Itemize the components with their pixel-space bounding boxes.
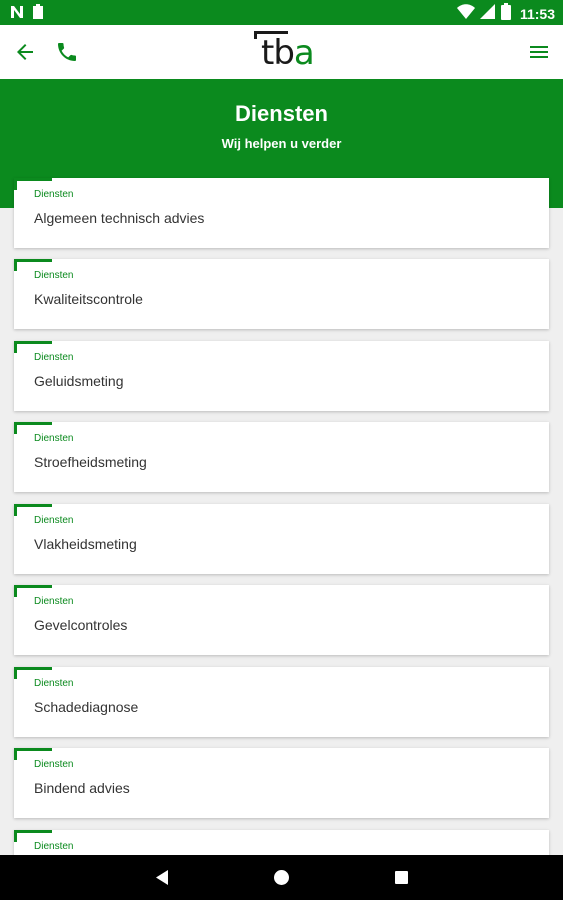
logo-bar-vertical bbox=[254, 31, 257, 39]
card-category: Diensten bbox=[34, 270, 74, 281]
clipboard-icon bbox=[32, 4, 44, 24]
status-right: 11:53 bbox=[456, 3, 555, 25]
service-card[interactable]: Diensten Geluidsmeting bbox=[14, 341, 549, 411]
nav-home-icon bbox=[274, 870, 289, 885]
card-category: Diensten bbox=[34, 596, 74, 607]
logo-text-dark: tb bbox=[261, 33, 295, 73]
card-corner-accent bbox=[14, 422, 17, 434]
card-corner-accent bbox=[14, 504, 52, 507]
card-category: Diensten bbox=[34, 352, 74, 363]
app-bar: tba bbox=[0, 25, 563, 79]
hamburger-menu-icon bbox=[530, 46, 548, 58]
status-left bbox=[10, 4, 44, 24]
card-title: Bindend advies bbox=[34, 780, 130, 796]
card-category: Diensten bbox=[34, 759, 74, 770]
card-corner-accent bbox=[14, 585, 52, 588]
service-card[interactable]: Diensten Gevelcontroles bbox=[14, 585, 549, 655]
signal-icon bbox=[479, 3, 496, 25]
nav-recents-icon bbox=[395, 871, 408, 884]
tba-logo[interactable]: tba bbox=[252, 28, 318, 74]
card-title: Algemeen technisch advies bbox=[34, 210, 205, 226]
nav-back-icon bbox=[156, 870, 168, 885]
card-category: Diensten bbox=[34, 189, 74, 200]
card-title: Stroefheidsmeting bbox=[34, 454, 147, 470]
nav-recents-button[interactable] bbox=[394, 870, 409, 885]
card-category: Diensten bbox=[34, 678, 74, 689]
page-subtitle: Wij helpen u verder bbox=[221, 136, 342, 151]
card-corner-accent bbox=[14, 259, 17, 271]
card-title: Geluidsmeting bbox=[34, 373, 124, 389]
card-corner-accent bbox=[14, 341, 52, 344]
card-corner-accent bbox=[14, 341, 17, 353]
card-corner-accent bbox=[14, 667, 17, 679]
card-corner-accent bbox=[14, 748, 17, 760]
card-category: Diensten bbox=[34, 433, 74, 444]
card-corner-accent bbox=[14, 178, 52, 181]
card-corner-accent bbox=[14, 830, 52, 833]
status-bar: 11:53 bbox=[0, 0, 563, 25]
logo-text-accent: a bbox=[293, 33, 315, 73]
back-button[interactable] bbox=[13, 40, 37, 64]
service-card[interactable]: Diensten Vlakheidsmeting bbox=[14, 504, 549, 574]
arrow-left-icon bbox=[17, 44, 33, 60]
battery-icon bbox=[500, 3, 511, 25]
menu-button[interactable] bbox=[527, 40, 551, 64]
screen: 11:53 tba Diensten Wij helpen u verder D… bbox=[0, 0, 563, 900]
page-title: Diensten bbox=[235, 101, 328, 126]
system-nav-bar bbox=[0, 855, 563, 900]
service-card[interactable]: Diensten Algemeen technisch advies bbox=[14, 178, 549, 248]
service-card[interactable]: Diensten Kwaliteitscontrole bbox=[14, 259, 549, 329]
card-corner-accent bbox=[14, 830, 17, 842]
service-card[interactable]: Diensten Stroefheidsmeting bbox=[14, 422, 549, 492]
card-title: Vlakheidsmeting bbox=[34, 536, 137, 552]
card-corner-accent bbox=[14, 585, 17, 597]
wifi-icon bbox=[456, 3, 475, 25]
card-title: Gevelcontroles bbox=[34, 617, 128, 633]
card-corner-accent bbox=[14, 422, 52, 425]
service-card[interactable]: Diensten Bindend advies bbox=[14, 748, 549, 818]
card-corner-accent bbox=[14, 667, 52, 670]
card-title: Kwaliteitscontrole bbox=[34, 291, 143, 307]
status-time: 11:53 bbox=[519, 6, 555, 22]
card-category: Diensten bbox=[34, 515, 74, 526]
card-corner-accent bbox=[14, 504, 17, 516]
logo-text: tba bbox=[261, 33, 315, 73]
card-corner-accent bbox=[14, 748, 52, 751]
service-card[interactable]: Diensten Schadediagnose bbox=[14, 667, 549, 737]
nav-home-button[interactable] bbox=[273, 869, 290, 886]
nav-back-button[interactable] bbox=[154, 869, 170, 886]
phone-icon bbox=[58, 43, 76, 61]
card-title: Schadediagnose bbox=[34, 699, 139, 715]
card-corner-accent bbox=[14, 178, 17, 190]
card-category: Diensten bbox=[34, 841, 74, 852]
n-icon bbox=[10, 5, 24, 24]
call-button[interactable] bbox=[55, 40, 79, 64]
card-corner-accent bbox=[14, 259, 52, 262]
